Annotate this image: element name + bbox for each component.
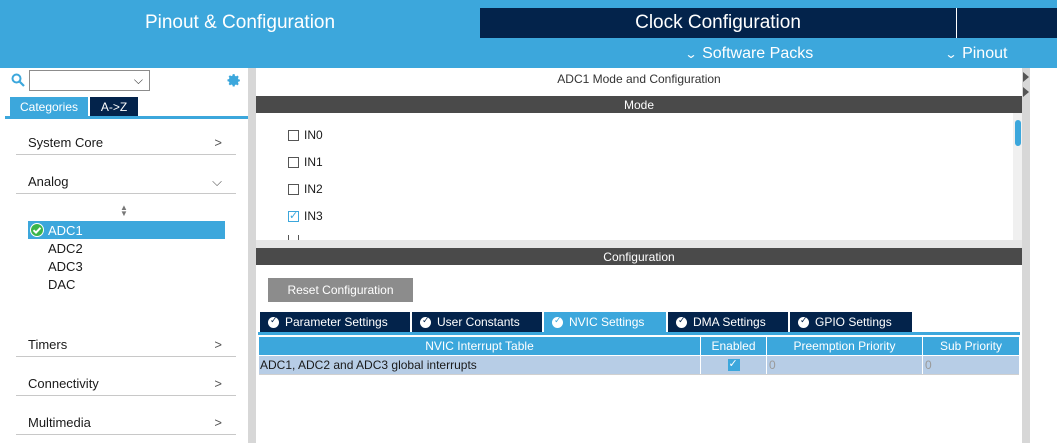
mode-checkbox-in1[interactable]: IN1 bbox=[288, 154, 323, 170]
category-label: Connectivity bbox=[28, 376, 99, 391]
collapse-arrow-icon[interactable] bbox=[1022, 70, 1030, 100]
table-cell-interrupt-name[interactable]: ADC1, ADC2 and ADC3 global interrupts bbox=[259, 356, 701, 374]
checkbox-label: IN2 bbox=[304, 182, 323, 196]
mode-checkbox-in0[interactable]: IN0 bbox=[288, 127, 323, 143]
sidebar-item-adc3[interactable]: ADC3 bbox=[28, 257, 225, 275]
reset-configuration-button[interactable]: Reset Configuration bbox=[268, 278, 413, 302]
sidebar-item-adc1[interactable]: ADC1 bbox=[28, 221, 225, 239]
section-divider[interactable] bbox=[256, 240, 1022, 248]
category-label: System Core bbox=[28, 135, 104, 150]
chevron-down-icon: ⌄ bbox=[944, 47, 958, 61]
page-title: ADC1 Mode and Configuration bbox=[557, 72, 721, 86]
sidebar-item-label: ADC2 bbox=[48, 240, 83, 256]
check-circle-icon bbox=[676, 315, 687, 328]
mode-scrollbar-thumb[interactable] bbox=[1015, 120, 1021, 146]
category-analog[interactable]: Analog ⌵ bbox=[16, 170, 236, 194]
software-packs-menu[interactable]: ⌄ Software Packs bbox=[684, 42, 814, 66]
mode-section-header: Mode bbox=[256, 96, 1022, 113]
category-timers[interactable]: Timers > bbox=[16, 333, 236, 357]
check-circle-icon bbox=[30, 223, 44, 237]
tab-a-to-z[interactable]: A->Z bbox=[90, 97, 138, 116]
chevron-right-icon: > bbox=[214, 376, 222, 391]
tab-label: DMA Settings bbox=[693, 315, 766, 329]
tab-label: NVIC Settings bbox=[569, 315, 645, 329]
checkbox[interactable] bbox=[288, 183, 299, 195]
table-row-divider bbox=[259, 374, 1019, 375]
sort-icon[interactable]: ▲ ▼ bbox=[120, 204, 128, 218]
category-label: Analog bbox=[28, 174, 69, 189]
gear-icon[interactable] bbox=[225, 72, 242, 89]
column-header-enabled[interactable]: Enabled bbox=[701, 337, 767, 355]
chevron-down-icon: ⌄ bbox=[684, 47, 698, 61]
search-input[interactable]: ⌵ bbox=[29, 70, 150, 91]
tab-label: User Constants bbox=[437, 315, 520, 329]
chevron-down-icon: ⌵ bbox=[133, 73, 143, 87]
table-cell-preemption-priority[interactable]: 0 bbox=[767, 356, 923, 374]
mode-checkbox-in2[interactable]: IN2 bbox=[288, 181, 323, 197]
tab-nvic-settings[interactable]: NVIC Settings bbox=[544, 312, 666, 332]
checkbox-label: IN3 bbox=[304, 209, 323, 223]
pinout-menu[interactable]: ⌄ Pinout bbox=[944, 42, 1008, 66]
check-circle-icon bbox=[268, 315, 279, 328]
search-icon[interactable] bbox=[11, 73, 25, 87]
mode-checkbox-in3[interactable]: IN3 bbox=[288, 208, 323, 224]
tab-user-constants[interactable]: User Constants bbox=[412, 312, 542, 332]
column-header-sub-priority[interactable]: Sub Priority bbox=[923, 337, 1019, 355]
tab-extra[interactable] bbox=[956, 8, 1057, 38]
tab-categories[interactable]: Categories bbox=[10, 97, 88, 116]
category-label: Multimedia bbox=[28, 415, 91, 430]
tab-parameter-settings[interactable]: Parameter Settings bbox=[260, 312, 410, 332]
category-connectivity[interactable]: Connectivity > bbox=[16, 372, 236, 396]
category-label: Timers bbox=[28, 337, 68, 352]
configuration-section-header: Configuration bbox=[256, 248, 1022, 265]
sidebar-item-label: ADC3 bbox=[48, 258, 83, 274]
chevron-right-icon: > bbox=[214, 415, 222, 430]
tab-dma-settings[interactable]: DMA Settings bbox=[668, 312, 788, 332]
right-splitter[interactable] bbox=[1022, 68, 1030, 443]
tab-pinout-configuration[interactable]: Pinout & Configuration bbox=[0, 8, 480, 38]
checkbox-label: IN1 bbox=[304, 155, 323, 169]
check-circle-icon bbox=[552, 315, 563, 328]
checkbox[interactable] bbox=[288, 156, 299, 168]
chevron-right-icon: > bbox=[214, 337, 222, 352]
enabled-checkbox[interactable] bbox=[727, 357, 740, 371]
sidebar-item-adc2[interactable]: ADC2 bbox=[28, 239, 225, 257]
app-window: Pinout & Configuration Clock Configurati… bbox=[0, 0, 1057, 443]
tab-label: GPIO Settings bbox=[815, 315, 892, 329]
category-tab-underline bbox=[5, 116, 248, 119]
sidebar-item-label: ADC1 bbox=[48, 222, 83, 238]
table-cell-enabled[interactable] bbox=[701, 356, 767, 374]
table-cell-sub-priority[interactable]: 0 bbox=[923, 356, 1019, 374]
chevron-down-icon: ⌵ bbox=[212, 174, 222, 189]
config-tab-underline bbox=[258, 332, 1020, 335]
category-system-core[interactable]: System Core > bbox=[16, 131, 236, 155]
sidebar-item-label: DAC bbox=[48, 276, 76, 292]
tab-gpio-settings[interactable]: GPIO Settings bbox=[790, 312, 912, 332]
sidebar-splitter[interactable] bbox=[248, 68, 256, 443]
sidebar-item-dac[interactable]: DAC bbox=[28, 275, 225, 293]
column-header-preemption-priority[interactable]: Preemption Priority bbox=[767, 337, 923, 355]
mode-list bbox=[256, 113, 1022, 240]
category-multimedia[interactable]: Multimedia > bbox=[16, 411, 236, 435]
check-circle-icon bbox=[420, 315, 431, 328]
chevron-right-icon: > bbox=[214, 135, 222, 150]
checkbox-label: IN0 bbox=[304, 128, 323, 142]
column-header-interrupt-table[interactable]: NVIC Interrupt Table bbox=[259, 337, 701, 355]
pinout-label: Pinout bbox=[962, 45, 1008, 62]
tab-label: Parameter Settings bbox=[285, 315, 388, 329]
checkbox[interactable] bbox=[288, 129, 299, 141]
software-packs-label: Software Packs bbox=[702, 45, 814, 62]
checkbox-checked[interactable] bbox=[288, 209, 299, 222]
check-circle-icon bbox=[798, 315, 809, 328]
tab-clock-configuration[interactable]: Clock Configuration bbox=[480, 8, 956, 38]
